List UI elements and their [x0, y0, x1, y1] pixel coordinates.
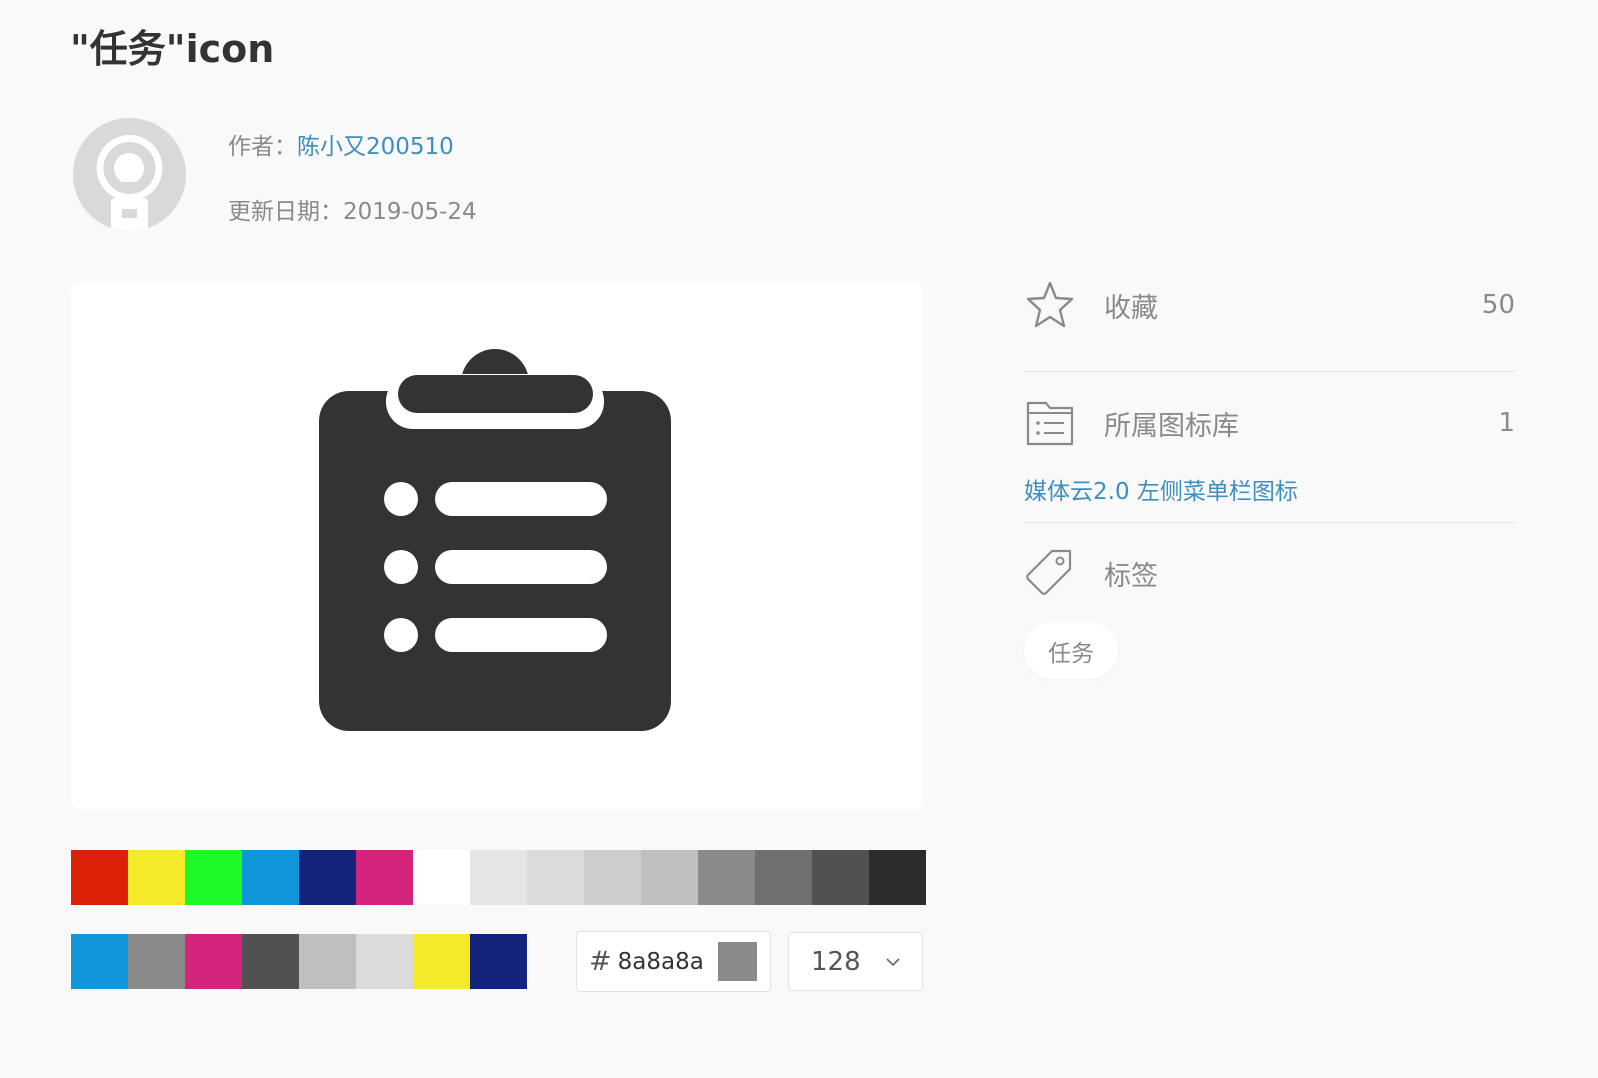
size-select[interactable]: 128 — [788, 932, 923, 991]
color-swatch[interactable] — [755, 850, 812, 905]
color-swatch[interactable] — [869, 850, 926, 905]
divider — [1024, 371, 1515, 372]
color-swatch[interactable] — [641, 850, 698, 905]
color-swatch[interactable] — [413, 934, 470, 989]
divider — [1024, 522, 1515, 523]
default-avatar-icon — [73, 118, 186, 231]
color-palette-recent — [71, 934, 527, 989]
favorite-label: 收藏 — [1104, 292, 1158, 324]
tags-row: 标签 — [1024, 548, 1515, 598]
library-label: 所属图标库 — [1104, 410, 1239, 442]
library-row: 所属图标库 1 — [1024, 398, 1515, 448]
color-swatch[interactable] — [128, 850, 185, 905]
date-line: 更新日期：2019-05-24 — [228, 197, 477, 227]
favorite-row[interactable]: 收藏 50 — [1024, 280, 1515, 330]
date-value: 2019-05-24 — [343, 199, 477, 225]
color-swatch[interactable] — [812, 850, 869, 905]
author-label: 作者： — [228, 134, 297, 160]
color-swatch[interactable] — [584, 850, 641, 905]
color-palette-primary — [71, 850, 926, 905]
color-swatch[interactable] — [185, 850, 242, 905]
color-swatch[interactable] — [698, 850, 755, 905]
star-icon[interactable] — [1024, 279, 1076, 331]
author-link[interactable]: 陈小又200510 — [297, 134, 454, 160]
clipboard-list-icon — [319, 349, 671, 731]
favorite-count: 50 — [1481, 290, 1515, 320]
color-swatch[interactable] — [356, 850, 413, 905]
color-swatch[interactable] — [470, 850, 527, 905]
page-title: "任务"icon — [70, 27, 275, 71]
tag-item[interactable]: 任务 — [1024, 622, 1118, 679]
hash-symbol: # — [589, 946, 612, 977]
icon-preview — [71, 281, 923, 810]
library-link[interactable]: 媒体云2.0 左侧菜单栏图标 — [1024, 472, 1298, 506]
color-hex-field[interactable]: # — [576, 931, 771, 992]
tags-label: 标签 — [1104, 560, 1158, 592]
color-hex-input[interactable] — [617, 948, 718, 975]
color-swatch[interactable] — [470, 934, 527, 989]
color-swatch[interactable] — [413, 850, 470, 905]
color-swatch[interactable] — [128, 934, 185, 989]
color-swatch[interactable] — [71, 934, 128, 989]
library-count: 1 — [1498, 408, 1515, 438]
color-swatch[interactable] — [356, 934, 413, 989]
color-swatch[interactable] — [242, 850, 299, 905]
avatar[interactable] — [73, 118, 186, 231]
date-label: 更新日期： — [228, 199, 343, 225]
color-swatch[interactable] — [185, 934, 242, 989]
color-swatch[interactable] — [299, 934, 356, 989]
color-swatch[interactable] — [242, 934, 299, 989]
folder-list-icon — [1024, 397, 1076, 449]
color-swatch[interactable] — [299, 850, 356, 905]
chevron-down-icon — [886, 958, 900, 967]
tag-icon — [1024, 547, 1076, 599]
size-value: 128 — [811, 946, 861, 977]
color-preview-swatch — [718, 942, 757, 981]
author-line: 作者：陈小又200510 — [228, 132, 454, 162]
color-swatch[interactable] — [527, 850, 584, 905]
color-swatch[interactable] — [71, 850, 128, 905]
